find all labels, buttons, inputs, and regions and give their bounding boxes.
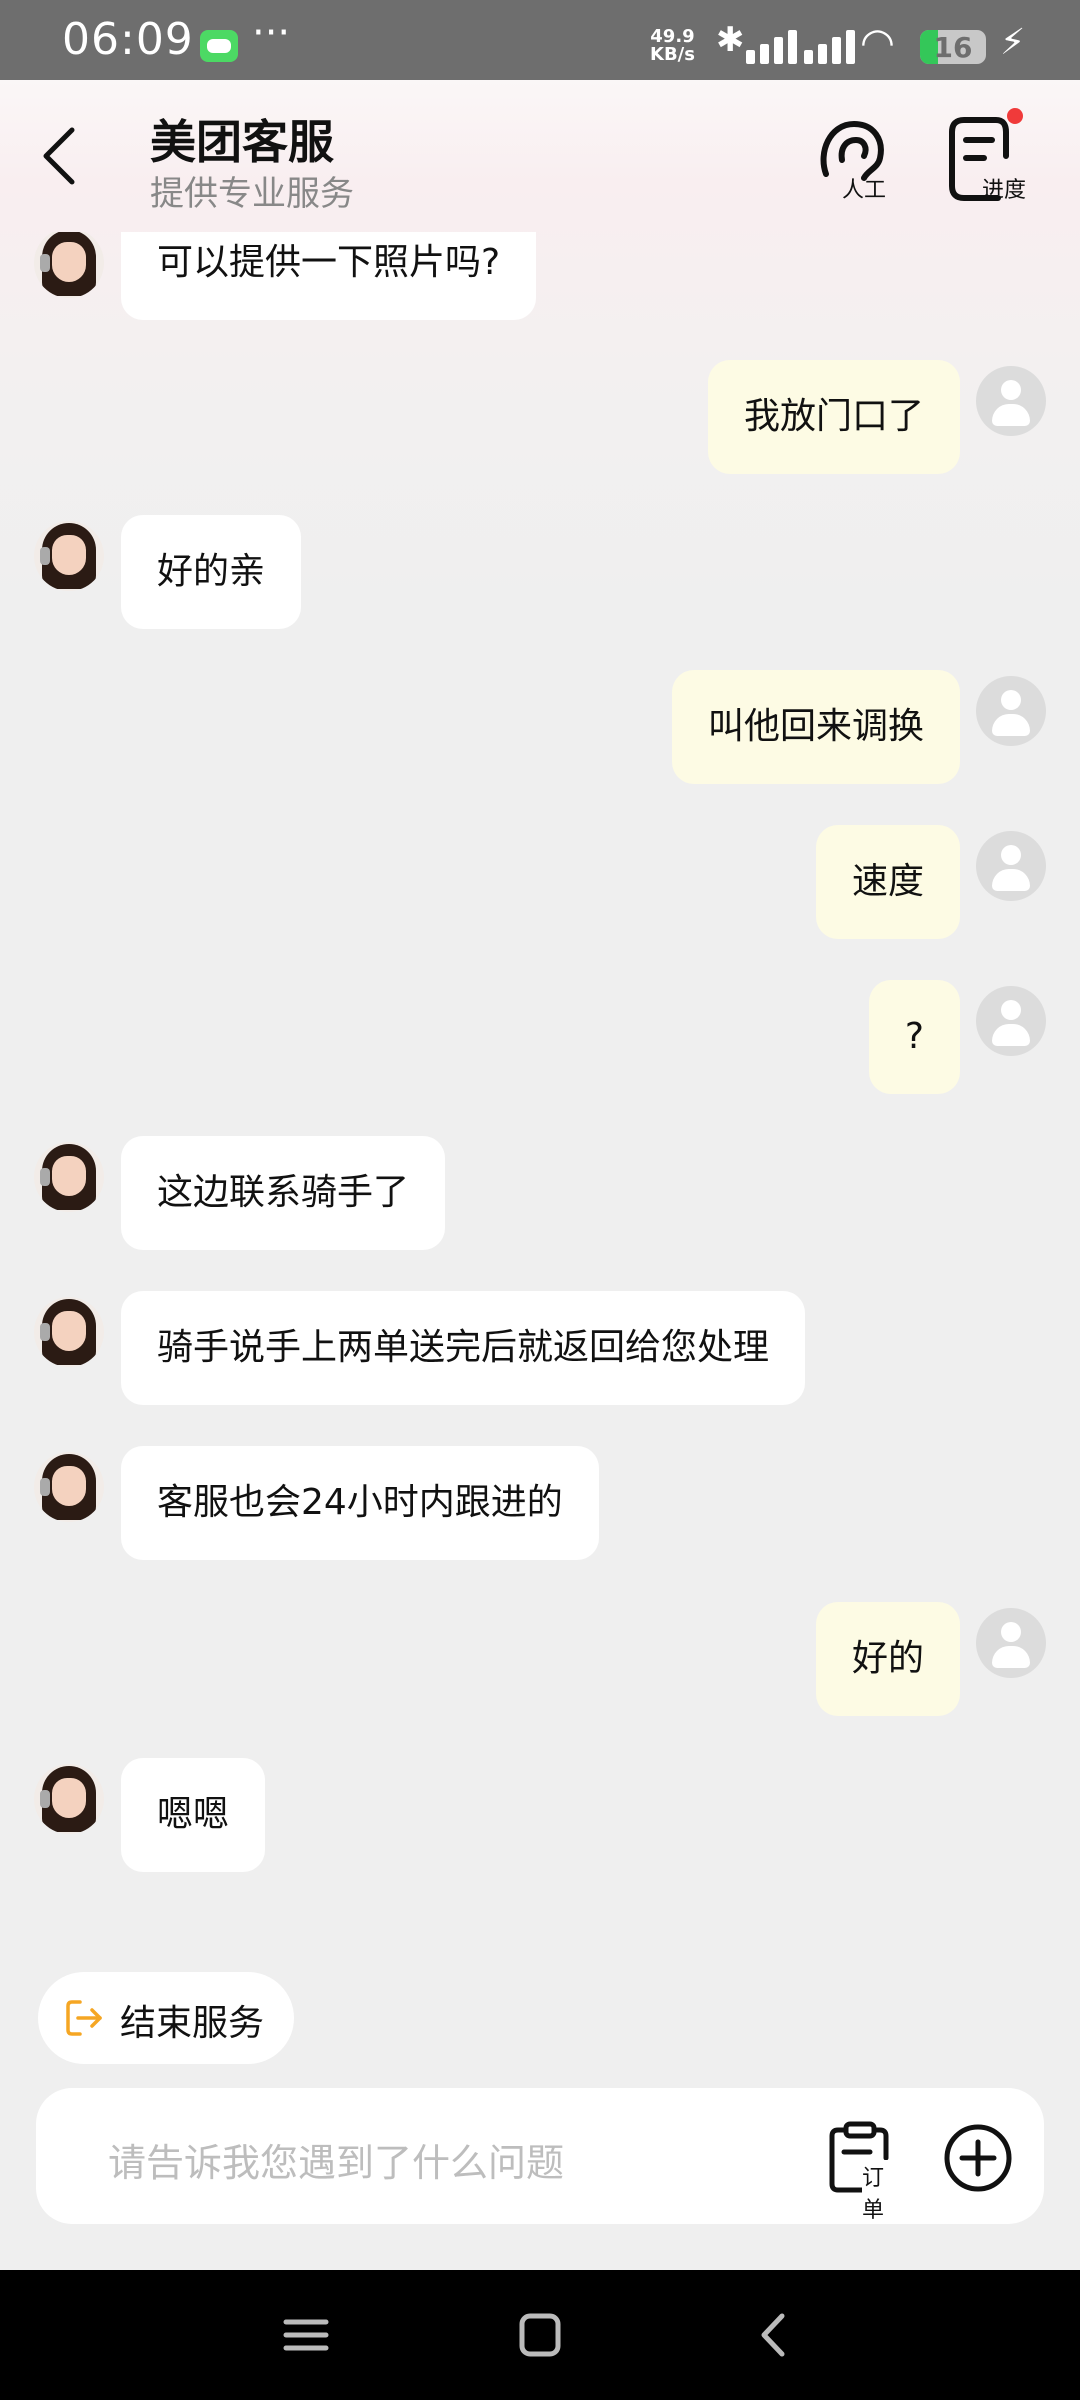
back-nav-icon: [761, 2313, 785, 2357]
end-service-label: 结束服务: [120, 2003, 265, 2044]
agent-avatar: [34, 1452, 104, 1522]
message-bubble[interactable]: ?: [868, 980, 960, 1094]
human-agent-label: 人工: [842, 178, 887, 203]
more-actions-button[interactable]: [942, 2122, 1014, 2194]
order-button[interactable]: 订单: [824, 2118, 904, 2224]
message-bubble[interactable]: 客服也会24小时内跟进的: [121, 1446, 599, 1560]
message-bubble[interactable]: 可以提供一下照片吗?: [121, 232, 537, 320]
agent-avatar: [34, 521, 104, 591]
message-bubble[interactable]: 嗯嗯: [121, 1758, 266, 1872]
battery-icon: 16: [920, 30, 986, 64]
message-bubble[interactable]: 好的亲: [121, 515, 302, 629]
page-title: 美团客服: [150, 115, 334, 169]
back-button[interactable]: [30, 116, 90, 196]
back-nav-button[interactable]: [744, 2310, 804, 2360]
menu-nav-button[interactable]: [276, 2310, 336, 2360]
status-bar: 06:09 ··· 49.9 KB/s ✱ ◠ 16 ⚡: [0, 0, 1080, 80]
battery-level: 16: [933, 31, 973, 64]
progress-button[interactable]: 进度: [942, 112, 1042, 212]
progress-label: 进度: [982, 178, 1027, 203]
notification-badge: [1007, 108, 1023, 124]
order-label: 订单: [862, 2160, 904, 2224]
user-avatar: [976, 676, 1046, 746]
message-notification-icon: [200, 30, 238, 62]
message-bubble[interactable]: 我放门口了: [707, 360, 960, 474]
page-subtitle: 提供专业服务: [150, 174, 354, 214]
network-speed-unit: KB/s: [650, 44, 695, 65]
home-icon: [519, 2313, 561, 2357]
agent-avatar: [34, 1142, 104, 1212]
home-nav-button[interactable]: [510, 2310, 570, 2360]
charging-icon: ⚡: [1000, 22, 1026, 63]
message-bubble[interactable]: 叫他回来调换: [671, 670, 960, 784]
system-nav-bar: [0, 2270, 1080, 2400]
message-bubble[interactable]: 骑手说手上两单送完后就返回给您处理: [121, 1291, 806, 1405]
wifi-icon: ◠: [860, 20, 895, 66]
plus-icon: [944, 2124, 1012, 2192]
message-input[interactable]: 请告诉我您遇到了什么问题: [108, 2132, 564, 2187]
end-service-button[interactable]: 结束服务: [38, 1972, 294, 2064]
network-speed: 49.9 KB/s: [650, 28, 695, 64]
human-agent-button[interactable]: 人工: [808, 112, 908, 212]
back-icon: [43, 127, 75, 185]
chat-area[interactable]: 可以提供一下照片吗? 我放门口了 好的亲 叫他回来调换 速度 ? 这边联系骑手了…: [0, 232, 1080, 1912]
chat-header: 美团客服 提供专业服务 人工 进度: [0, 80, 1080, 232]
status-time: 06:09: [62, 14, 194, 65]
agent-avatar: [34, 1297, 104, 1367]
signal-icon: [746, 28, 812, 64]
menu-icon: [283, 2319, 329, 2351]
user-avatar: [976, 366, 1046, 436]
more-notifications-icon: ···: [252, 10, 291, 56]
message-bubble[interactable]: 好的: [815, 1602, 960, 1716]
user-avatar: [976, 1608, 1046, 1678]
agent-avatar: [34, 232, 104, 298]
user-avatar: [976, 986, 1046, 1056]
message-bubble[interactable]: 速度: [815, 825, 960, 939]
agent-avatar: [34, 1764, 104, 1834]
exit-icon: [66, 2000, 102, 2036]
input-bar: 请告诉我您遇到了什么问题 订单: [36, 2088, 1044, 2224]
bluetooth-icon: ✱: [716, 20, 745, 60]
user-avatar: [976, 831, 1046, 901]
message-bubble[interactable]: 这边联系骑手了: [121, 1136, 446, 1250]
